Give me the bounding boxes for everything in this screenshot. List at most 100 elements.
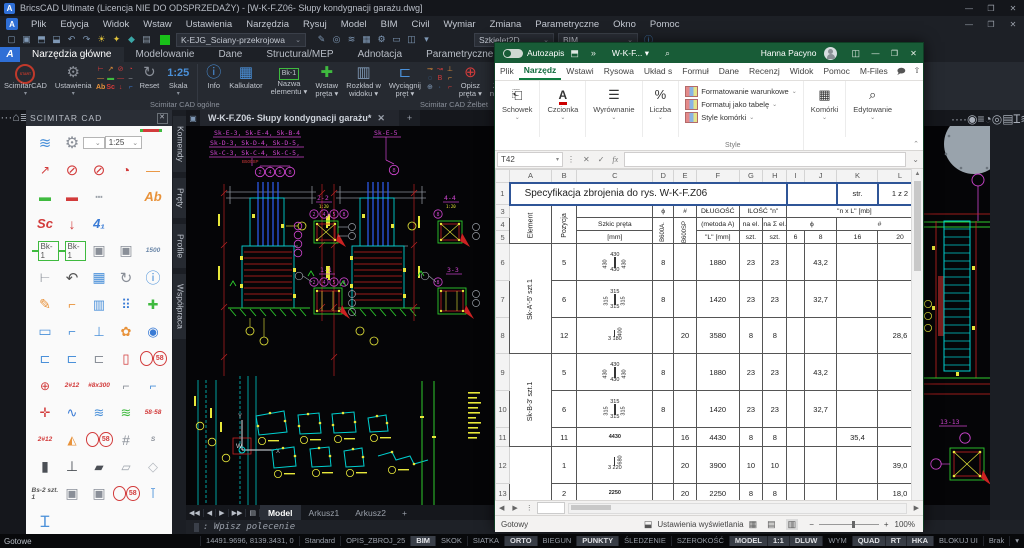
name-box[interactable]: T42▾ <box>497 152 563 167</box>
tab-wspolpraca[interactable]: Współpraca <box>173 274 186 339</box>
palette-icon[interactable]: ⊺ <box>140 480 167 507</box>
new-tab-button[interactable]: + <box>399 110 420 126</box>
palette-icon[interactable]: ⌐ <box>59 291 86 318</box>
toolbar-icon[interactable]: ◆ <box>124 34 139 45</box>
menu-item[interactable]: Widok <box>96 19 136 30</box>
palette-icon[interactable]: ▣ <box>59 480 86 507</box>
toolbar-icon[interactable]: ☀ <box>94 34 109 45</box>
palette-icon[interactable]: ◔ <box>113 156 140 183</box>
palette-icon[interactable]: ⊏ <box>32 345 59 372</box>
prev-sheet-icon[interactable]: ◀ <box>495 504 508 512</box>
scroll-right-icon[interactable]: ▶ <box>910 504 923 512</box>
palette-icon[interactable]: ▣ <box>86 480 113 507</box>
format-as-table-button[interactable]: Formatuj jako tabelę⌄ <box>685 98 797 111</box>
excel-tab[interactable]: Rysowa <box>599 64 639 79</box>
scimitarcad-button[interactable]: START ScimitarCAD▾ <box>0 62 51 98</box>
rail-icon[interactable]: ◉ <box>967 112 977 126</box>
palette-icon[interactable]: ⌐ <box>140 372 167 399</box>
palette-icon[interactable]: ⊥ <box>86 318 113 345</box>
autosave-toggle[interactable] <box>503 49 523 58</box>
toolbar-icon[interactable]: ↶ <box>64 34 79 45</box>
status-toggle[interactable]: SKOK <box>435 536 467 546</box>
palette-icon[interactable]: ▣ <box>113 237 140 264</box>
user-name[interactable]: Hanna Pacyno <box>761 48 817 58</box>
excel-tab[interactable]: Pomoc <box>818 64 854 79</box>
status-toggle[interactable]: WYM <box>822 536 851 546</box>
rail-icon[interactable]: ◔ <box>984 112 991 126</box>
menu-item[interactable]: Narzędzia <box>239 19 296 30</box>
toolbar-icon[interactable]: ▢ <box>4 34 19 45</box>
restore-button[interactable]: ❐ <box>980 4 1002 13</box>
ribbon-tab[interactable]: Narzędzia główne <box>20 47 124 62</box>
palette-icon[interactable]: ▮ <box>32 453 59 480</box>
palette-icon[interactable]: ▦ <box>86 264 113 291</box>
tab-profile[interactable]: Profile <box>173 224 186 268</box>
conditional-formatting-button[interactable]: Formatowanie warunkowe⌄ <box>685 85 797 98</box>
ribbon-display-icon[interactable]: ◫ <box>851 48 860 59</box>
menu-item[interactable]: Civil <box>405 19 437 30</box>
palette-icon[interactable]: ✎ <box>32 291 59 318</box>
last-tab-icon[interactable]: ▶▶ <box>229 509 247 517</box>
close-tab-icon[interactable]: ✕ <box>371 113 391 124</box>
excel-restore-button[interactable]: ❐ <box>885 49 904 58</box>
menu-item[interactable]: Parametryczne <box>528 19 606 30</box>
palette-icon[interactable]: Bk-1 <box>32 237 59 264</box>
palette-icon[interactable]: 2#12 <box>32 426 59 453</box>
palette-icon[interactable]: # <box>113 426 140 453</box>
layout-list-icon[interactable]: ▤ <box>246 509 260 517</box>
status-toggle[interactable]: SIATKA <box>467 536 504 546</box>
wyrownanie-group[interactable]: ☰ Wyrównanie⌄ <box>586 81 642 137</box>
status-toggle[interactable]: Brak <box>983 536 1009 546</box>
status-toggle[interactable]: ORTO <box>504 536 537 546</box>
palette-icon[interactable]: ▭ <box>32 318 59 345</box>
excel-tab[interactable]: Plik <box>495 64 519 79</box>
palette-icon[interactable]: 2#12 <box>59 372 86 399</box>
palette-icon[interactable]: ◉ <box>140 318 167 345</box>
more-commands-icon[interactable]: » <box>591 48 596 58</box>
horizontal-scrollbar[interactable] <box>568 503 907 514</box>
palette-icon[interactable]: S <box>140 426 167 453</box>
status-toggle[interactable]: ▾ <box>1009 536 1024 546</box>
excel-tab[interactable]: Widok <box>785 64 819 79</box>
hscroll-thumb[interactable] <box>571 505 611 510</box>
palette-icon[interactable]: ↻ <box>113 264 140 291</box>
palette-icon[interactable]: 58·58 <box>140 399 167 426</box>
layout-tab[interactable]: Arkusz1 <box>301 505 348 520</box>
palette-icon[interactable]: ┅ <box>86 183 113 210</box>
toolbar-icon[interactable]: ▭ <box>389 34 404 45</box>
status-toggle[interactable]: DLUW <box>789 536 823 546</box>
excel-tab[interactable]: Narzędz <box>519 63 562 80</box>
palette-icon[interactable]: 4₁ <box>86 210 113 237</box>
palette-icon[interactable]: 1500 <box>140 237 167 264</box>
palette-icon[interactable]: Sc <box>32 210 59 237</box>
next-sheet-icon[interactable]: ▶ <box>508 504 521 512</box>
status-toggle[interactable]: 14491.9696, 8139.3431, 0 <box>200 536 299 546</box>
toolbar-icon[interactable]: ▾ <box>419 34 434 45</box>
palette-icon[interactable]: ▯ <box>113 345 140 372</box>
rozklad-button[interactable]: ▥ Rozkład wwidoku ▾ <box>342 62 385 98</box>
excel-tab[interactable]: Recenzj <box>744 64 785 79</box>
wyciagnij-button[interactable]: ⊏ Wyciągnijpręt ▾ <box>385 62 425 98</box>
edytowanie-group[interactable]: ⌕ Edytowanie⌄ <box>846 81 899 137</box>
ribbon-tab[interactable]: Structural/MEP <box>254 47 345 62</box>
status-toggle[interactable]: BIM <box>410 536 435 546</box>
palette-icon[interactable]: 58 <box>113 480 140 507</box>
save-icon[interactable]: ⬒ <box>570 48 579 59</box>
minimize-button[interactable]: — <box>958 4 980 13</box>
status-toggle[interactable]: OPIS_ZBROJ_25 <box>340 536 410 546</box>
palette-icon[interactable]: 58 <box>140 345 167 372</box>
palette-icon[interactable]: ⌐ <box>59 318 86 345</box>
palette-icon[interactable] <box>86 507 113 534</box>
toolbar-icon[interactable]: ◎ <box>329 34 344 45</box>
table-row[interactable]: 13 2 2250 20 2250 8 8 18,0 <box>496 484 923 501</box>
status-toggle[interactable]: QUAD <box>852 536 885 546</box>
palette-icon[interactable]: ▰ <box>86 453 113 480</box>
rail-icon[interactable]: ≋ <box>1020 112 1024 126</box>
display-settings-label[interactable]: Ustawienia wyświetlania <box>657 520 743 529</box>
kalkulator-button[interactable]: ▦ Kalkulator <box>225 62 266 90</box>
first-tab-icon[interactable]: ◀◀ <box>186 509 204 517</box>
annotation-tools-cluster[interactable]: ⊢↗⊘◔ —▬—– AbSc↓⌐ <box>96 62 136 92</box>
table-row[interactable]: 12 1 680 3 220 20 3900 10 10 39,0 <box>496 447 923 484</box>
normal-view-icon[interactable]: ▦ <box>749 519 758 530</box>
toolbar-icon[interactable]: ✦ <box>109 34 124 45</box>
